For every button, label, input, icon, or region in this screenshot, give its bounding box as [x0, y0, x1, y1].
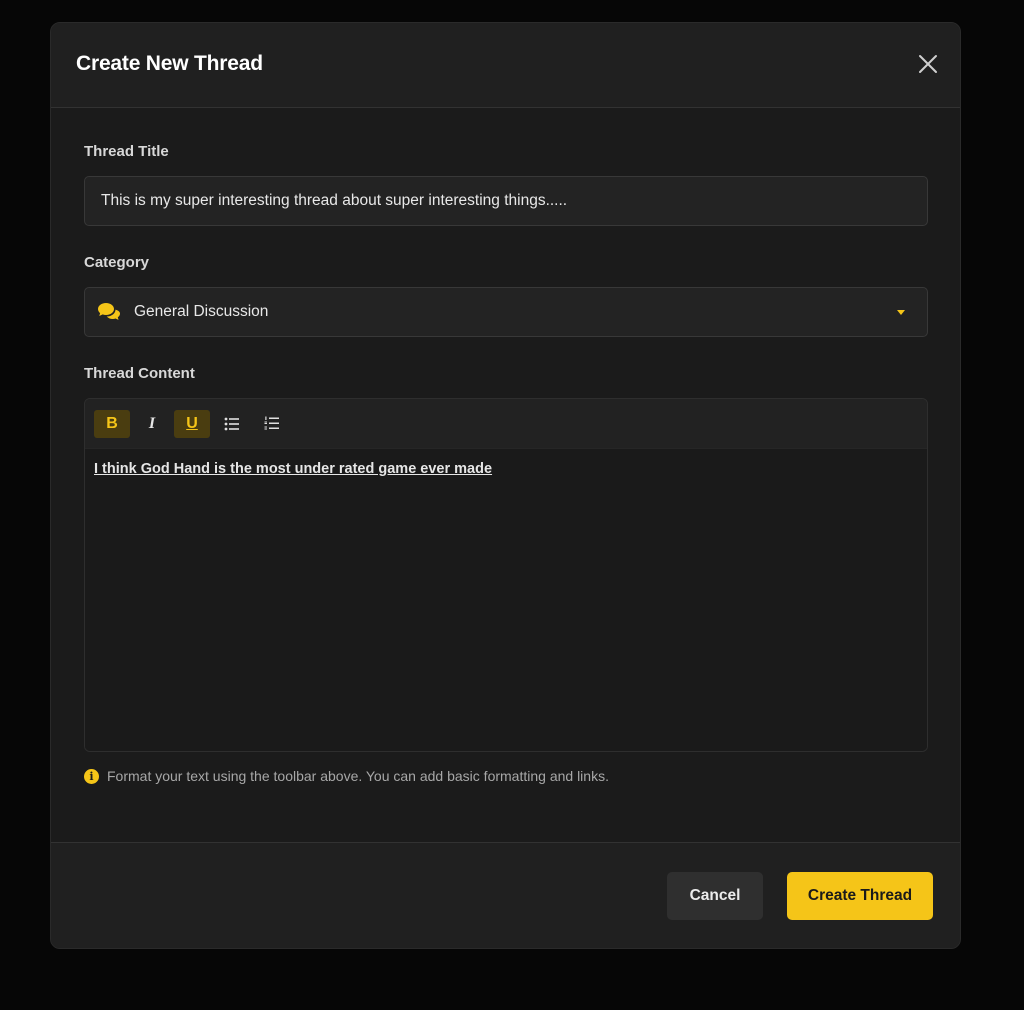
close-icon: [919, 55, 937, 73]
bullet-list-icon: [224, 417, 239, 430]
modal-footer: Cancel Create Thread: [51, 842, 960, 948]
category-select[interactable]: General Discussion: [84, 287, 928, 337]
underline-button[interactable]: U: [174, 409, 210, 438]
editor-content-area[interactable]: I think God Hand is the most under rated…: [85, 449, 927, 751]
thread-title-input[interactable]: [84, 176, 928, 226]
create-thread-button[interactable]: Create Thread: [787, 872, 933, 920]
category-value: General Discussion: [134, 303, 269, 320]
modal-body: Thread Title Category General Discussion…: [51, 108, 960, 844]
info-icon: i: [84, 768, 99, 784]
numbered-list-icon: [264, 416, 279, 430]
thread-content-label: Thread Content: [84, 365, 195, 382]
thread-title-label: Thread Title: [84, 143, 169, 160]
bold-icon: B: [106, 414, 118, 432]
category-label: Category: [84, 254, 150, 271]
rich-text-editor: B I U I think God Hand is the most under…: [84, 398, 928, 752]
cancel-button[interactable]: Cancel: [667, 872, 763, 920]
create-thread-modal: Create New Thread Thread Title Category …: [50, 22, 961, 949]
format-hint-text: Format your text using the toolbar above…: [107, 768, 609, 784]
underline-icon: U: [186, 414, 198, 432]
close-button[interactable]: [918, 54, 938, 74]
modal-title: Create New Thread: [76, 52, 263, 75]
italic-button[interactable]: I: [134, 410, 170, 438]
format-hint: i Format your text using the toolbar abo…: [84, 768, 609, 784]
chevron-down-icon: [897, 310, 905, 315]
italic-icon: I: [148, 414, 156, 432]
modal-header: Create New Thread: [51, 23, 960, 108]
bold-button[interactable]: B: [94, 409, 130, 438]
comments-icon: [98, 303, 120, 320]
bullet-list-button[interactable]: [214, 410, 250, 438]
numbered-list-button[interactable]: [254, 410, 290, 438]
editor-toolbar: B I U: [85, 399, 927, 449]
